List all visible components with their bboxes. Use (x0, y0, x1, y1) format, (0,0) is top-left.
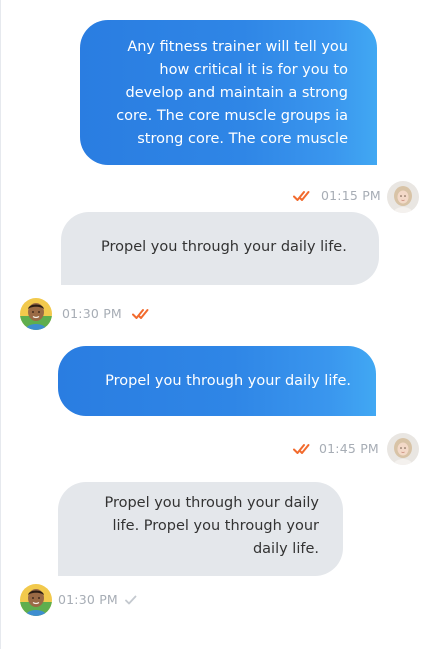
message-time: 01:15 PM (321, 188, 381, 203)
single-check-icon (124, 594, 138, 606)
avatar[interactable] (387, 433, 419, 465)
boy-avatar-icon (20, 298, 52, 330)
avatar[interactable] (20, 584, 52, 616)
boy-avatar-icon (20, 584, 52, 616)
double-check-icon (293, 443, 313, 455)
message-text: Any fitness trainer will tell you how cr… (116, 39, 348, 147)
avatar[interactable] (20, 298, 52, 330)
message-text: Propel you through your daily life. Prop… (104, 495, 319, 557)
message-time: 01:45 PM (319, 441, 379, 456)
message-meta: 01:30 PM (62, 306, 152, 321)
message-meta: 01:15 PM (293, 188, 381, 203)
message-time: 01:30 PM (58, 592, 118, 607)
woman-avatar-icon (387, 181, 419, 213)
message-text: Propel you through your daily life. (101, 239, 347, 255)
double-check-icon (293, 190, 313, 202)
message-time: 01:30 PM (62, 306, 122, 321)
message-meta: 01:45 PM (293, 441, 379, 456)
message-bubble-outgoing[interactable]: Any fitness trainer will tell you how cr… (80, 20, 377, 165)
message-bubble-incoming[interactable]: Propel you through your daily life. (61, 212, 379, 285)
message-text: Propel you through your daily life. (105, 373, 351, 389)
avatar[interactable] (387, 181, 419, 213)
woman-avatar-icon (387, 433, 419, 465)
double-check-icon (131, 308, 152, 320)
chat-thread: Any fitness trainer will tell you how cr… (0, 0, 434, 649)
message-meta: 01:30 PM (58, 592, 138, 607)
message-bubble-outgoing[interactable]: Propel you through your daily life. (58, 346, 376, 416)
message-bubble-incoming[interactable]: Propel you through your daily life. Prop… (58, 482, 343, 576)
